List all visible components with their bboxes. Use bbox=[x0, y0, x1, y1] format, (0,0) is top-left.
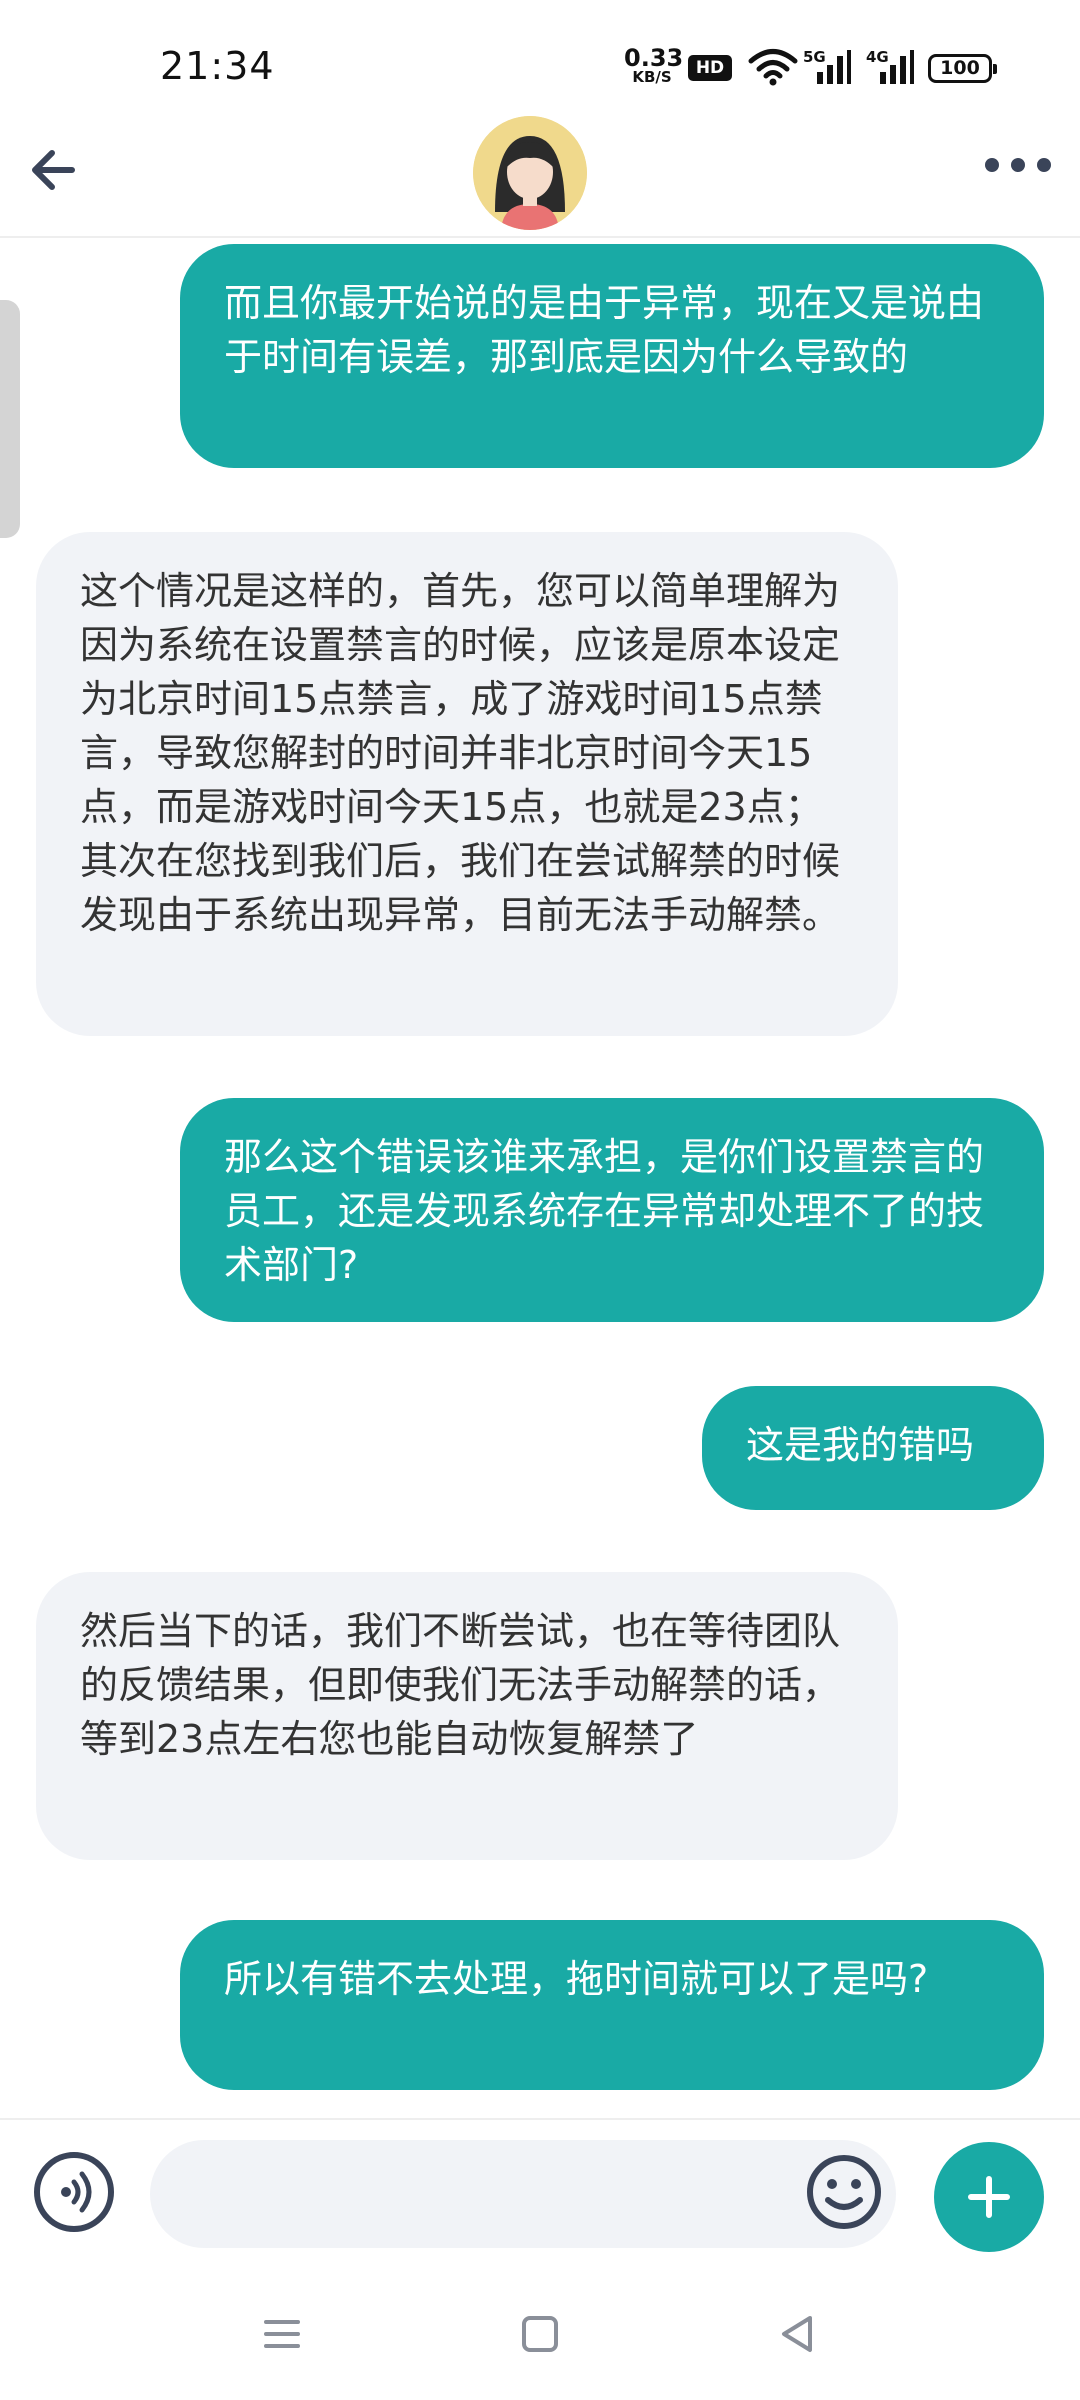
arrow-left-icon[interactable] bbox=[24, 140, 84, 200]
message-incoming[interactable]: 这个情况是这样的，首先，您可以简单理解为因为系统在设置禁言的时候，应该是原本设定… bbox=[36, 532, 898, 1036]
net-speed-unit: KB/S bbox=[632, 68, 672, 86]
message-outgoing[interactable]: 这是我的错吗 bbox=[702, 1386, 1044, 1510]
add-button[interactable] bbox=[934, 2142, 1044, 2252]
chat-messages[interactable]: 而且你最开始说的是由于异常，现在又是说由于时间有误差，那到底是因为什么导致的 这… bbox=[0, 240, 1080, 2115]
voice-button[interactable] bbox=[34, 2152, 114, 2232]
plus-icon bbox=[968, 2176, 1010, 2218]
net-speed-value: 0.33 bbox=[624, 44, 684, 72]
battery-icon: 100 bbox=[928, 54, 997, 83]
back-triangle-icon[interactable] bbox=[768, 2304, 828, 2364]
message-outgoing[interactable]: 而且你最开始说的是由于异常，现在又是说由于时间有误差，那到底是因为什么导致的 bbox=[180, 244, 1044, 468]
hd-icon: HD bbox=[688, 55, 732, 81]
message-outgoing[interactable]: 所以有错不去处理，拖时间就可以了是吗? bbox=[180, 1920, 1044, 2090]
emoji-icon[interactable] bbox=[804, 2152, 884, 2232]
scrollbar-thumb[interactable] bbox=[0, 300, 20, 538]
composer-bar bbox=[0, 2118, 1080, 2264]
message-input[interactable] bbox=[150, 2140, 896, 2248]
cartoon-girl-icon bbox=[473, 116, 587, 230]
chat-header bbox=[0, 110, 1080, 238]
menu-icon[interactable] bbox=[252, 2304, 312, 2364]
message-incoming[interactable]: 然后当下的话，我们不断尝试，也在等待团队的反馈结果，但即使我们无法手动解禁的话，… bbox=[36, 1572, 898, 1860]
status-bar: 21:34 0.33 KB/S HD 5G 4G 100 bbox=[0, 0, 1080, 125]
signal-5g-icon: 5G bbox=[803, 48, 851, 86]
net-speed-indicator: 0.33 KB/S bbox=[624, 44, 684, 86]
wifi-icon bbox=[748, 49, 798, 86]
status-time: 21:34 bbox=[160, 44, 275, 88]
message-outgoing[interactable]: 那么这个错误该谁来承担，是你们设置禁言的员工，还是发现系统存在异常却处理不了的技… bbox=[180, 1098, 1044, 1322]
avatar[interactable] bbox=[473, 116, 587, 230]
system-navigation-bar bbox=[0, 2264, 1080, 2400]
home-icon[interactable] bbox=[510, 2304, 570, 2364]
signal-4g-icon: 4G bbox=[866, 48, 916, 86]
voice-icon bbox=[61, 2171, 92, 2213]
more-horizontal-icon[interactable] bbox=[980, 140, 1060, 190]
